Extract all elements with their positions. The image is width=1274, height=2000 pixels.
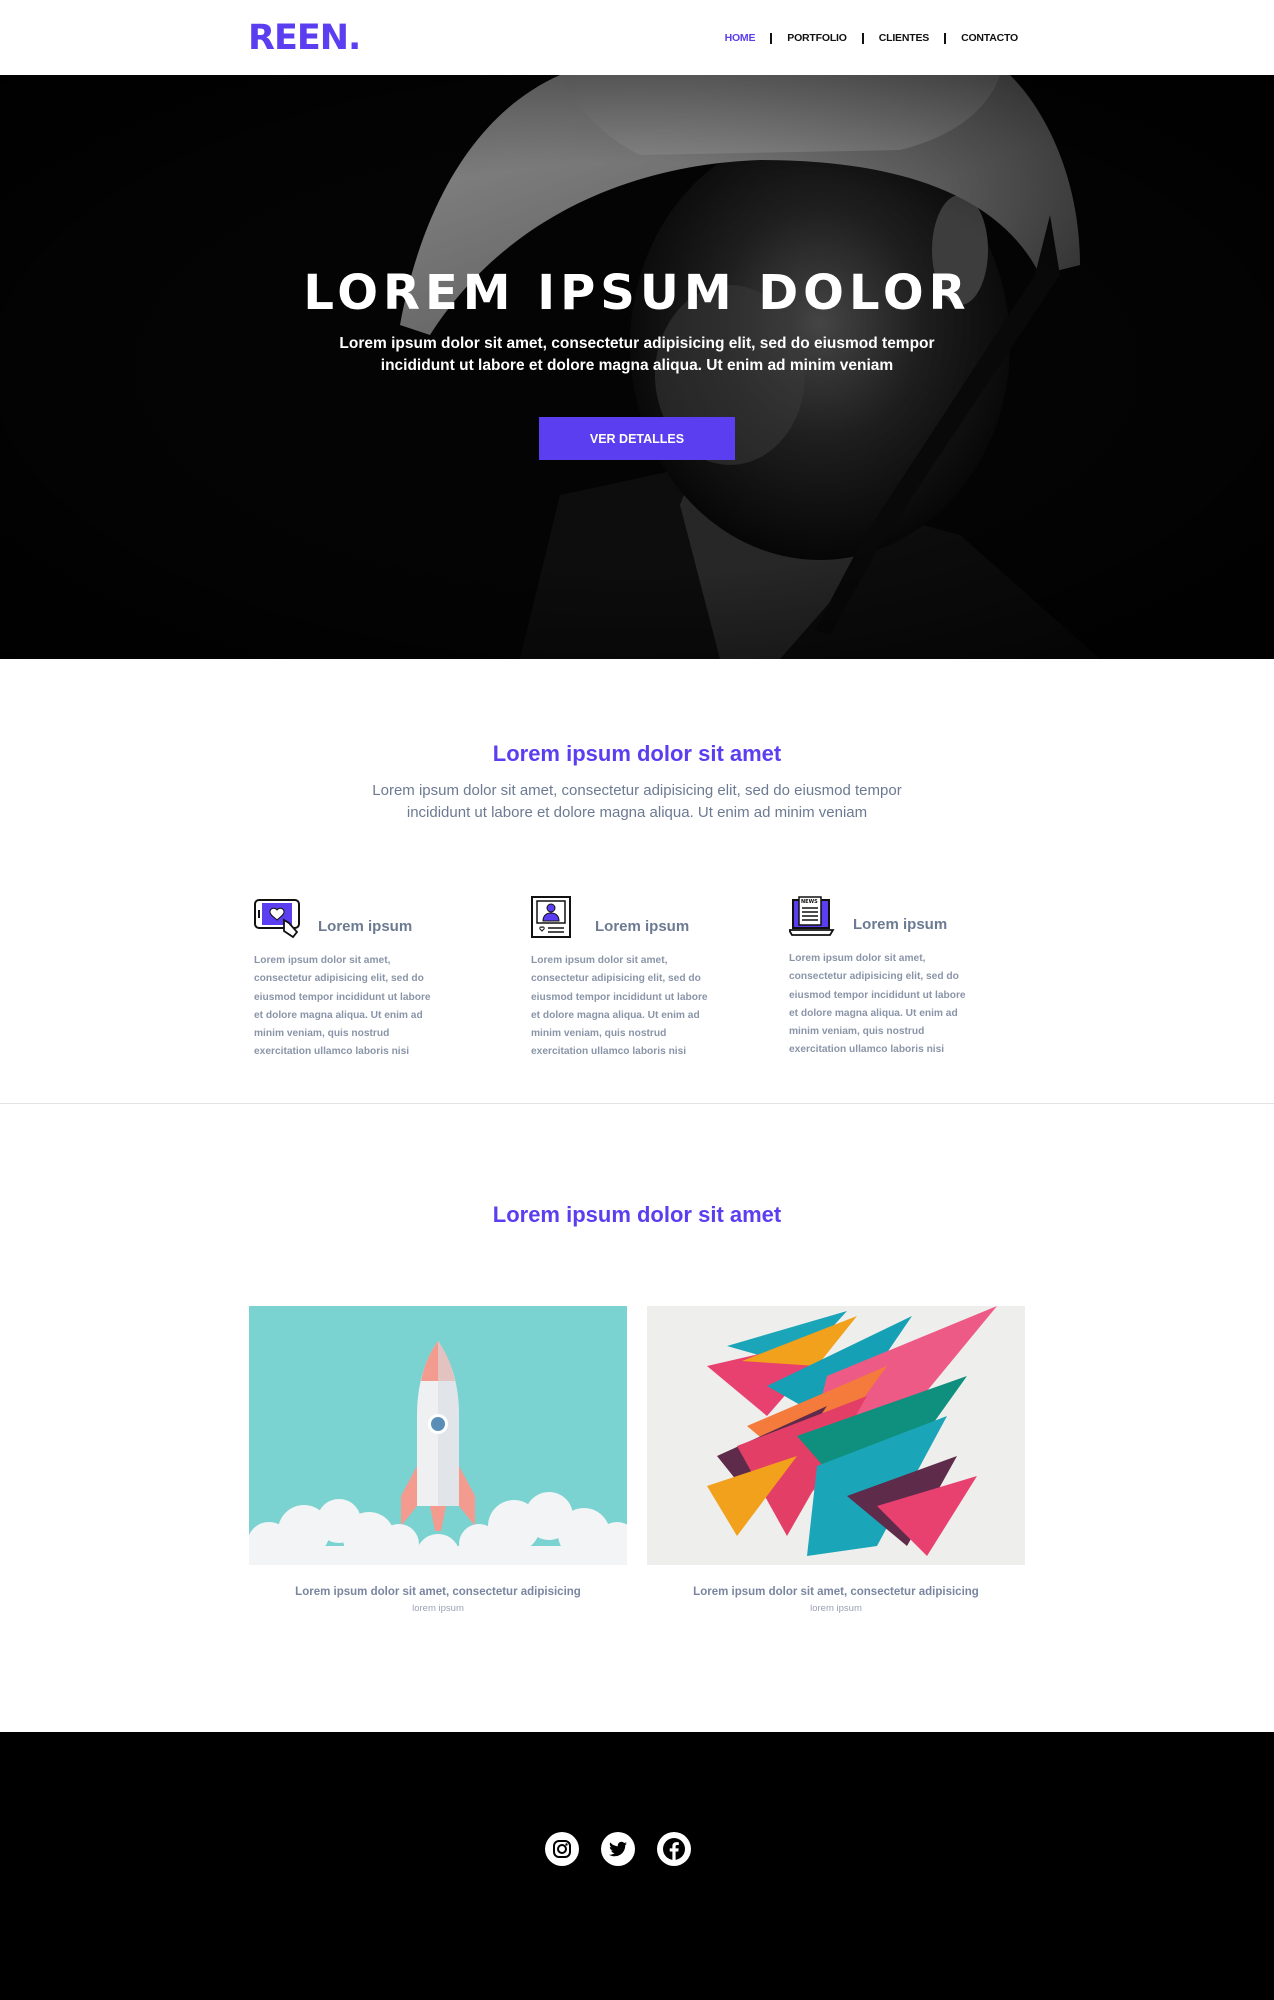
main-nav: HOME PORTFOLIO CLIENTES CONTACTO (725, 30, 1019, 46)
portfolio-title: Lorem ipsum dolor sit amet (492, 1202, 782, 1227)
nav-separator (861, 32, 864, 44)
tablet-heart-icon (254, 899, 300, 939)
logo[interactable]: REEN. (248, 18, 361, 58)
laptop-news-icon: NEWS (789, 896, 835, 936)
social-links (545, 1832, 691, 1866)
service-item: Lorem ipsum Lorem ipsum dolor sit amet, … (531, 896, 721, 1062)
site-header: REEN. HOME PORTFOLIO CLIENTES CONTACTO (0, 0, 1274, 75)
svg-text:NEWS: NEWS (801, 899, 818, 905)
service-title: Lorem ipsum (853, 916, 948, 933)
nav-contacto[interactable]: CONTACTO (961, 32, 1018, 44)
service-item: NEWS Lorem ipsum Lorem ipsum dolor sit a… (789, 894, 979, 1060)
twitter-icon[interactable] (601, 1832, 635, 1866)
nav-separator (770, 32, 773, 44)
service-title: Lorem ipsum (595, 918, 690, 935)
abstract-paper-shapes-image[interactable] (647, 1306, 1025, 1565)
service-item: Lorem ipsum Lorem ipsum dolor sit amet, … (254, 896, 444, 1062)
profile-card-icon (531, 896, 571, 938)
hero-title: LOREM IPSUM DOLOR (303, 265, 971, 321)
nav-home[interactable]: HOME (725, 32, 756, 44)
portfolio-caption: Lorem ipsum dolor sit amet, consectetur … (295, 1586, 581, 1598)
nav-separator (944, 32, 947, 44)
portfolio-item[interactable]: Lorem ipsum dolor sit amet, consectetur … (647, 1306, 1025, 1614)
ver-detalles-button[interactable]: VER DETALLES (539, 417, 735, 460)
section-divider (0, 1103, 1274, 1104)
site-footer (0, 1732, 1274, 2000)
nav-portfolio[interactable]: PORTFOLIO (787, 32, 847, 44)
portfolio-caption: Lorem ipsum dolor sit amet, consectetur … (693, 1586, 979, 1598)
services-section: Lorem ipsum dolor sit amet Lorem ipsum d… (0, 659, 1274, 1104)
service-text: Lorem ipsum dolor sit amet, consectetur … (254, 955, 431, 1058)
hero-content: LOREM IPSUM DOLOR Lorem ipsum dolor sit … (0, 265, 1274, 460)
hero-subtitle: Lorem ipsum dolor sit amet, consectetur … (339, 335, 935, 374)
facebook-icon[interactable] (657, 1832, 691, 1866)
service-title: Lorem ipsum (318, 918, 413, 935)
portfolio-item[interactable]: Lorem ipsum dolor sit amet, consectetur … (249, 1306, 627, 1614)
services-subtitle: Lorem ipsum dolor sit amet, consectetur … (372, 782, 902, 821)
portfolio-tag: lorem ipsum (810, 1603, 862, 1614)
hero-section: LOREM IPSUM DOLOR Lorem ipsum dolor sit … (0, 75, 1274, 659)
nav-clientes[interactable]: CLIENTES (879, 32, 930, 44)
service-text: Lorem ipsum dolor sit amet, consectetur … (789, 953, 966, 1056)
service-text: Lorem ipsum dolor sit amet, consectetur … (531, 955, 708, 1058)
rocket-illustration-image[interactable] (249, 1306, 627, 1565)
services-title: Lorem ipsum dolor sit amet (492, 741, 782, 766)
portfolio-tag: lorem ipsum (412, 1603, 464, 1614)
instagram-icon[interactable] (545, 1832, 579, 1866)
